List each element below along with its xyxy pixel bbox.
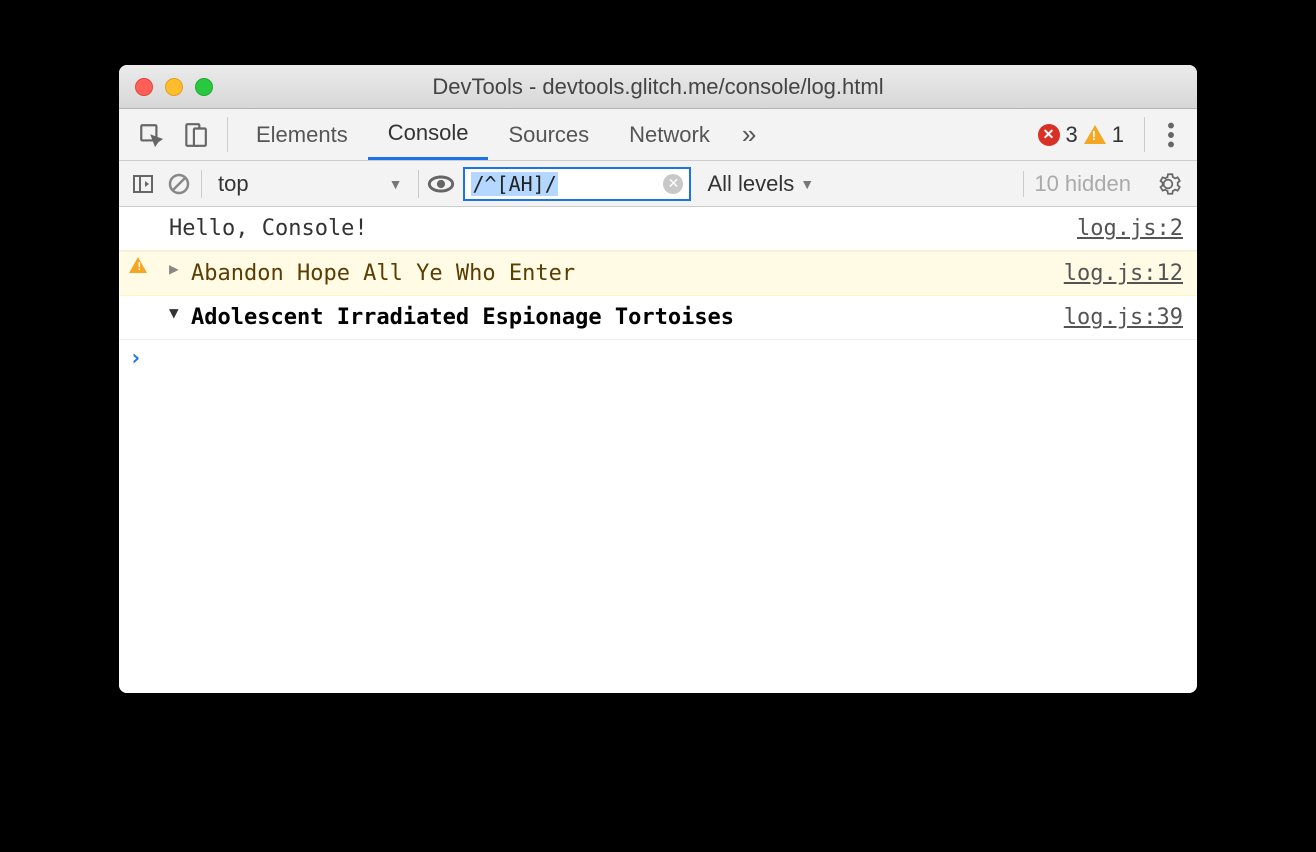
levels-label: All levels — [707, 171, 794, 197]
console-toolbar: top ▼ /^[AH]/ ✕ All levels ▼ 10 hidden — [119, 161, 1197, 207]
error-icon — [1038, 124, 1060, 146]
titlebar: DevTools - devtools.glitch.me/console/lo… — [119, 65, 1197, 109]
inspect-element-icon[interactable] — [137, 121, 165, 149]
context-label: top — [218, 171, 249, 197]
clear-filter-icon[interactable]: ✕ — [663, 174, 683, 194]
warning-count: 1 — [1112, 122, 1124, 148]
message-text: Adolescent Irradiated Espionage Tortoise… — [191, 301, 1064, 334]
console-output: Hello, Console! log.js:2 ▶ Abandon Hope … — [119, 207, 1197, 693]
log-levels-select[interactable]: All levels ▼ — [699, 171, 822, 197]
minimize-window-button[interactable] — [165, 78, 183, 96]
sidebar-toggle-icon[interactable] — [129, 170, 157, 198]
tab-network[interactable]: Network — [609, 109, 730, 160]
expand-icon[interactable]: ▶ — [169, 257, 185, 281]
hidden-messages-count[interactable]: 10 hidden — [1023, 171, 1141, 197]
window-controls — [135, 78, 213, 96]
console-settings-icon[interactable] — [1149, 171, 1187, 197]
filter-value: /^[AH]/ — [471, 172, 557, 196]
error-count: 3 — [1066, 122, 1078, 148]
chevron-down-icon: ▼ — [800, 176, 814, 192]
console-prompt[interactable]: › — [119, 340, 1197, 377]
warning-icon — [129, 257, 147, 273]
tab-sources[interactable]: Sources — [488, 109, 609, 160]
status-counters[interactable]: 3 1 — [1038, 109, 1137, 160]
tab-elements[interactable]: Elements — [236, 109, 368, 160]
message-text: Abandon Hope All Ye Who Enter — [191, 257, 1064, 290]
execution-context-select[interactable]: top ▼ — [210, 171, 410, 197]
device-toolbar-icon[interactable] — [181, 121, 209, 149]
close-window-button[interactable] — [135, 78, 153, 96]
more-tabs-button[interactable]: » — [730, 109, 768, 160]
tab-console[interactable]: Console — [368, 109, 489, 160]
collapse-icon[interactable]: ▼ — [169, 301, 185, 325]
zoom-window-button[interactable] — [195, 78, 213, 96]
devtools-tabbar: Elements Console Sources Network » 3 1 — [119, 109, 1197, 161]
devtools-menu-button[interactable] — [1153, 109, 1189, 160]
chevron-down-icon: ▼ — [389, 176, 403, 192]
group-message[interactable]: ▼ Adolescent Irradiated Espionage Tortoi… — [119, 296, 1197, 340]
log-message[interactable]: Hello, Console! log.js:2 — [119, 207, 1197, 251]
warn-message[interactable]: ▶ Abandon Hope All Ye Who Enter log.js:1… — [119, 251, 1197, 296]
devtools-window: DevTools - devtools.glitch.me/console/lo… — [119, 65, 1197, 693]
warning-icon — [1084, 125, 1106, 144]
filter-input[interactable]: /^[AH]/ ✕ — [463, 167, 691, 201]
window-title: DevTools - devtools.glitch.me/console/lo… — [119, 74, 1197, 100]
message-source-link[interactable]: log.js:12 — [1064, 257, 1183, 290]
message-text: Hello, Console! — [169, 212, 1077, 245]
message-source-link[interactable]: log.js:2 — [1077, 212, 1183, 245]
message-source-link[interactable]: log.js:39 — [1064, 301, 1183, 334]
clear-console-icon[interactable] — [165, 170, 193, 198]
live-expression-icon[interactable] — [427, 170, 455, 198]
